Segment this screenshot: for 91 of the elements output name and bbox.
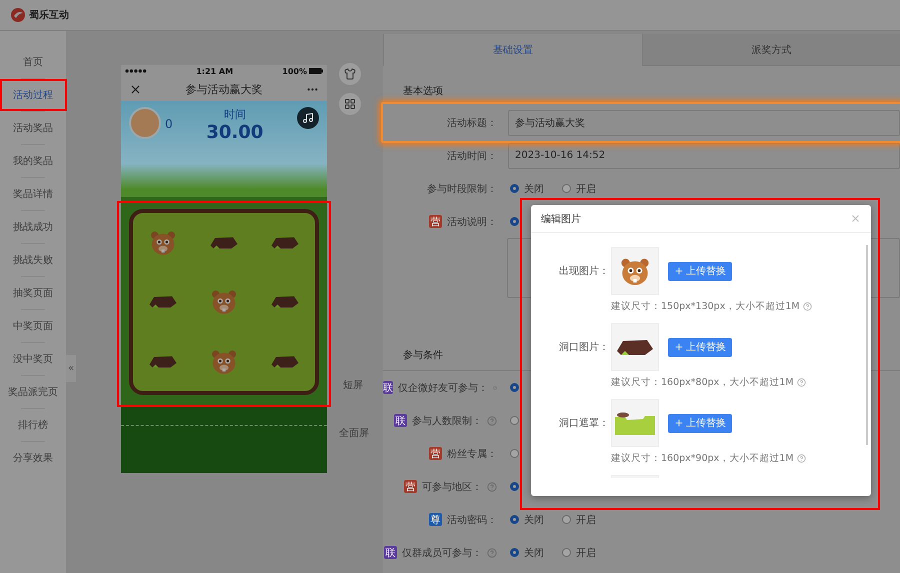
screen-mark: 短屏 <box>343 379 364 392</box>
text-input[interactable]: 2023-10-16 14:52 <box>508 142 900 168</box>
grid-icon[interactable] <box>339 93 361 115</box>
field-label: 可参与地区： <box>422 480 482 494</box>
page-title: 参与活动赢大奖 <box>186 82 262 96</box>
tab[interactable]: 派奖方式 <box>642 34 900 66</box>
score: 0 <box>165 117 173 131</box>
badge: 联 <box>394 414 407 427</box>
size-hint: 建议尺寸：160px*80px，大小不超过1M <box>611 376 871 389</box>
badge: 联 <box>384 546 397 559</box>
radio-option[interactable]: 关闭 <box>510 546 544 560</box>
logo-text: 蜀乐互动 <box>29 8 69 22</box>
image-label: 洞口遮罩： <box>558 416 610 430</box>
scrollbar[interactable] <box>866 245 868 445</box>
badge: 尊 <box>429 513 442 526</box>
radio-option[interactable]: 关闭 <box>510 512 544 526</box>
plus-icon <box>674 418 684 428</box>
sidebar-item[interactable]: 排行榜 <box>0 409 66 441</box>
help-icon[interactable] <box>796 454 806 463</box>
upload-button[interactable]: 上传替换 <box>668 414 732 432</box>
image-label: 洞口图片： <box>558 340 610 354</box>
sidebar-item[interactable]: 活动过程 <box>0 79 66 111</box>
radio-option[interactable]: 关闭 <box>510 182 544 196</box>
sidebar-item[interactable]: 我的奖品 <box>0 145 66 177</box>
hole-icon <box>270 235 300 250</box>
field-label: 仅企微好友可参与： <box>398 382 488 394</box>
hole-icon <box>615 337 655 357</box>
size-hint: 建议尺寸：150px*130px，大小不超过1M <box>611 300 871 313</box>
radio-option[interactable]: 开启 <box>562 182 596 196</box>
sidebar-item[interactable]: 奖品派完页 <box>0 376 66 408</box>
plus-icon <box>674 266 684 276</box>
sidebar-item[interactable]: 挑战失败 <box>0 244 66 276</box>
hole-icon <box>148 294 178 310</box>
battery-icon <box>309 68 323 74</box>
badge: 营 <box>404 480 417 493</box>
close-icon[interactable] <box>129 82 142 96</box>
upload-button[interactable]: 上传替换 <box>668 338 732 356</box>
field-label: 参与时段限制： <box>427 182 497 196</box>
field-label: 活动时间： <box>447 150 497 162</box>
section-title: 基本选项 <box>402 84 444 99</box>
sidebar-item[interactable]: 挑战成功 <box>0 211 66 243</box>
help-icon[interactable] <box>802 302 812 311</box>
hole-icon <box>270 294 300 310</box>
radio-button[interactable] <box>510 449 519 458</box>
radio-option[interactable]: 开启 <box>562 546 596 560</box>
radio-button[interactable] <box>510 383 519 392</box>
help-icon[interactable] <box>487 416 497 426</box>
grass-mask-icon <box>615 411 655 435</box>
field-label: 粉丝专属： <box>447 448 497 460</box>
sidebar-item[interactable]: 活动奖品 <box>0 112 66 144</box>
plus-icon <box>674 342 684 352</box>
signal-icon <box>125 69 147 73</box>
collapse-button[interactable]: « <box>66 355 76 382</box>
help-icon[interactable] <box>487 482 497 492</box>
badge: 营 <box>429 447 442 460</box>
sidebar-item[interactable]: 中奖页面 <box>0 310 66 342</box>
text-input[interactable]: 参与活动赢大奖 <box>508 110 900 136</box>
help-icon[interactable] <box>487 548 497 558</box>
radio-button[interactable] <box>510 416 519 425</box>
field-label: 活动标题： <box>447 116 497 130</box>
badge: 营 <box>429 215 442 228</box>
hole-icon <box>148 354 178 369</box>
radio-button[interactable] <box>510 217 519 226</box>
status-time: 1:21 AM <box>196 66 234 76</box>
shirt-icon[interactable] <box>339 63 361 85</box>
dialog-title: 编辑图片 <box>541 212 581 226</box>
battery-level: 100% <box>282 66 307 76</box>
hole-icon <box>208 235 239 250</box>
radio-option[interactable]: 开启 <box>562 512 596 526</box>
image-label: 出现图片： <box>558 264 610 278</box>
logo-icon <box>10 7 26 23</box>
avatar <box>129 107 161 139</box>
sidebar-item[interactable]: 分享效果 <box>0 442 66 474</box>
radio-button[interactable] <box>510 482 519 491</box>
field-label: 参与人数限制： <box>412 414 482 428</box>
timer-value: 30.00 <box>206 122 264 143</box>
field-label: 活动说明： <box>447 216 497 228</box>
size-hint: 建议尺寸：160px*90px，大小不超过1M <box>611 452 871 465</box>
screen-mark: 全面屏 <box>339 427 370 440</box>
hole-icon <box>270 354 300 369</box>
sidebar-item[interactable]: 抽奖页面 <box>0 277 66 309</box>
upload-button[interactable]: 上传替换 <box>668 262 732 280</box>
sidebar-item[interactable]: 首页 <box>0 46 66 78</box>
help-icon[interactable] <box>796 378 806 387</box>
field-label: 活动密码： <box>447 514 497 526</box>
sidebar-item[interactable]: 没中奖页 <box>0 343 66 375</box>
field-label: 仅群成员可参与： <box>402 546 482 560</box>
timer-label: 时间 <box>224 107 246 122</box>
sidebar-item[interactable]: 奖品详情 <box>0 178 66 210</box>
music-icon[interactable] <box>297 107 319 129</box>
badge: 联 <box>383 381 393 394</box>
